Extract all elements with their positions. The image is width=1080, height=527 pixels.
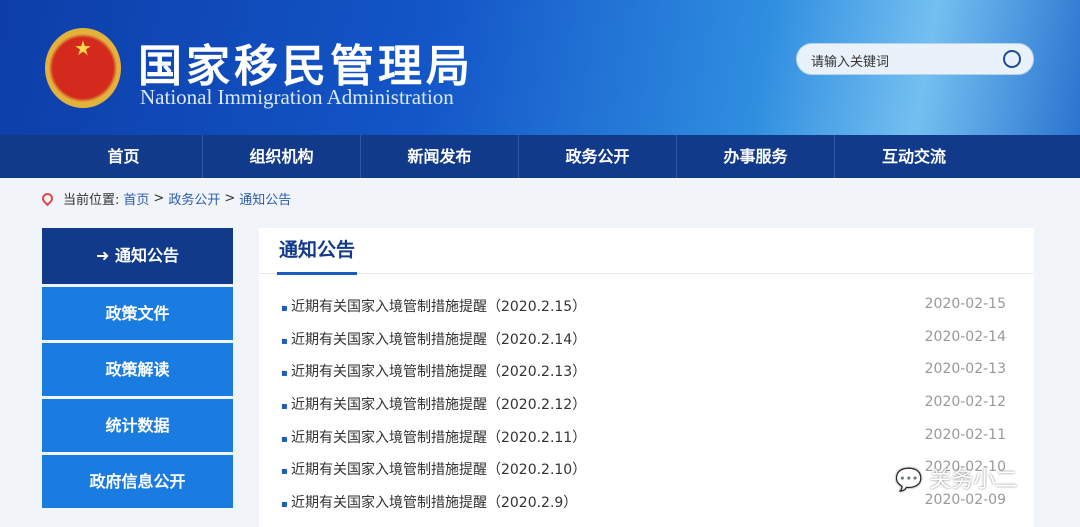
sidebar-label: 通知公告 [114, 246, 179, 265]
notice-row[interactable]: 近期有关国家入境管制措施提醒（2020.2.12） 2020-02-12 [259, 394, 1034, 427]
breadcrumb-label: 当前位置: [63, 193, 120, 208]
nav-government-affairs[interactable]: 政务公开 [519, 135, 677, 178]
breadcrumb-sep: > [224, 191, 236, 206]
nav-interaction[interactable]: 互动交流 [835, 135, 993, 178]
notice-row[interactable]: 近期有关国家入境管制措施提醒（2020.2.15） 2020-02-15 [259, 296, 1034, 329]
search-icon[interactable] [1003, 50, 1021, 68]
notice-date: 2020-02-13 [924, 361, 1006, 378]
notice-row[interactable]: 近期有关国家入境管制措施提醒（2020.2.9） 2020-02-09 [259, 492, 1034, 525]
notice-row[interactable]: 近期有关国家入境管制措施提醒（2020.2.11） 2020-02-11 [259, 427, 1034, 460]
sidebar-item-notices[interactable]: ➜ 通知公告 [42, 228, 233, 284]
breadcrumb: 当前位置: 首页 > 政务公开 > 通知公告 [39, 189, 291, 208]
nav-services[interactable]: 办事服务 [677, 135, 835, 178]
notice-title[interactable]: 近期有关国家入境管制措施提醒（2020.2.15） [281, 296, 586, 329]
site-subtitle: National Immigration Administration [140, 85, 454, 109]
notice-date: 2020-02-09 [924, 492, 1006, 509]
notice-title[interactable]: 近期有关国家入境管制措施提醒（2020.2.12） [281, 394, 586, 427]
notice-title[interactable]: 近期有关国家入境管制措施提醒（2020.2.9） [281, 492, 577, 525]
nav-news[interactable]: 新闻发布 [361, 135, 519, 178]
breadcrumb-gov[interactable]: 政务公开 [168, 189, 220, 208]
search-input[interactable]: 请输入关键词 [796, 43, 1034, 75]
notice-date: 2020-02-12 [924, 394, 1006, 411]
nav-organization[interactable]: 组织机构 [203, 135, 361, 178]
location-pin-icon [39, 190, 56, 207]
notice-date: 2020-02-14 [924, 328, 1006, 345]
notice-title[interactable]: 近期有关国家入境管制措施提醒（2020.2.14） [281, 329, 586, 362]
sidebar: ➜ 通知公告 政策文件 政策解读 统计数据 政府信息公开 [42, 228, 233, 511]
main-nav: 首页 组织机构 新闻发布 政务公开 办事服务 互动交流 [0, 135, 1080, 178]
panel-title: 通知公告 [277, 228, 358, 275]
sidebar-item-info-disclosure[interactable]: 政府信息公开 [42, 455, 233, 508]
search-placeholder: 请输入关键词 [811, 55, 890, 70]
sidebar-item-policy-interpretation[interactable]: 政策解读 [42, 343, 233, 396]
breadcrumb-home[interactable]: 首页 [123, 189, 149, 208]
breadcrumb-notices[interactable]: 通知公告 [239, 189, 291, 208]
notice-date: 2020-02-11 [924, 426, 1006, 443]
national-emblem-icon: ★ [45, 28, 121, 108]
notice-date: 2020-02-15 [924, 296, 1006, 312]
nav-home[interactable]: 首页 [45, 135, 203, 178]
breadcrumb-sep: > [153, 191, 165, 206]
notice-row[interactable]: 近期有关国家入境管制措施提醒（2020.2.13） 2020-02-13 [259, 361, 1034, 394]
header-banner: ★ 国家移民管理局 National Immigration Administr… [0, 0, 1080, 135]
watermark: 💬 关务小二 [895, 468, 1018, 493]
sidebar-item-statistics[interactable]: 统计数据 [42, 399, 233, 452]
notice-title[interactable]: 近期有关国家入境管制措施提醒（2020.2.11） [281, 427, 586, 460]
notice-row[interactable]: 近期有关国家入境管制措施提醒（2020.2.14） 2020-02-14 [259, 329, 1034, 362]
notice-title[interactable]: 近期有关国家入境管制措施提醒（2020.2.13） [281, 361, 586, 394]
watermark-text: 关务小二 [929, 468, 1018, 493]
sidebar-item-policy-docs[interactable]: 政策文件 [42, 287, 233, 340]
notice-title[interactable]: 近期有关国家入境管制措施提醒（2020.2.10） [281, 459, 586, 492]
